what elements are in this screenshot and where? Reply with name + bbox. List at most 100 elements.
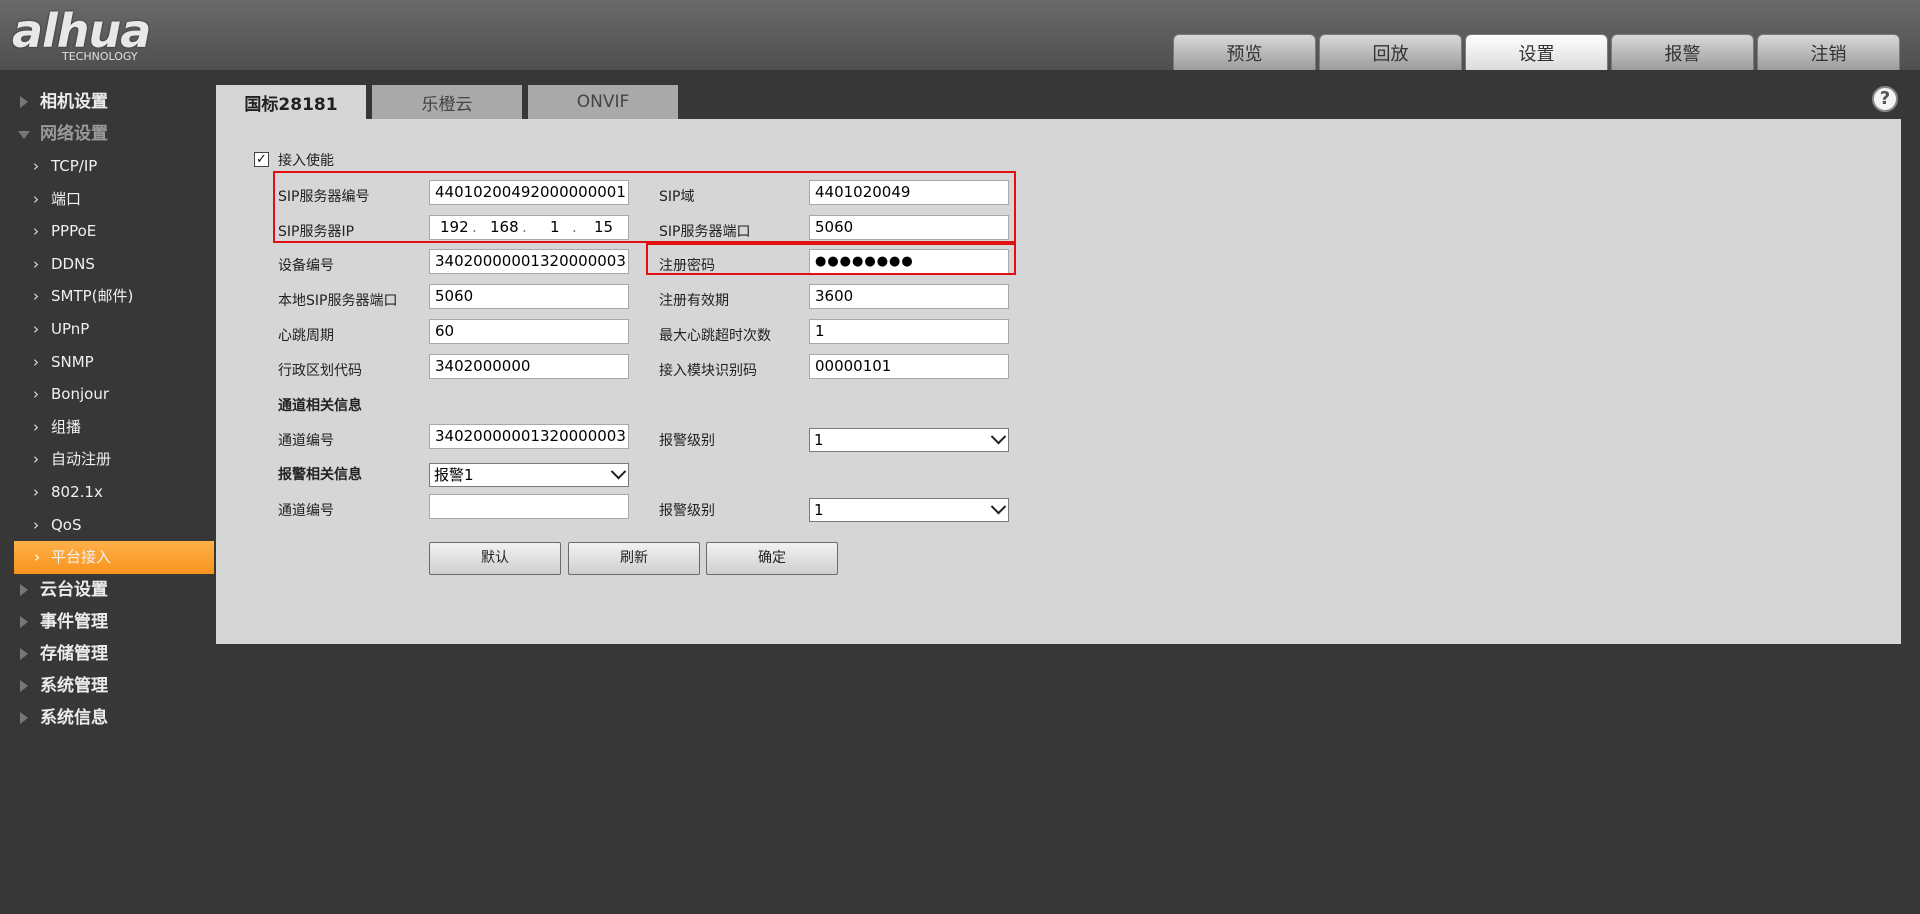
triangle-right-icon [20, 96, 28, 108]
sidebar-group-sysinfo[interactable]: 系统信息 [0, 702, 214, 734]
sidebar-item-label: SNMP [51, 352, 94, 371]
chevron-right-icon: › [34, 548, 40, 567]
sidebar-group-camera[interactable]: 相机设置 [0, 86, 214, 118]
alarm-section-title: 报警相关信息 [278, 467, 362, 483]
sidebar-item-label: DDNS [51, 254, 95, 273]
chevron-right-icon: › [33, 254, 39, 273]
chevron-down-icon [990, 428, 1007, 445]
sidebar-item-port[interactable]: › 端口 [0, 183, 214, 216]
channel-id-input[interactable]: 34020000001320000003 [429, 424, 629, 449]
sidebar-item-platform-access[interactable]: › 平台接入 [14, 541, 214, 574]
sidebar-item-label: QoS [51, 515, 82, 534]
channel-section-title: 通道相关信息 [278, 398, 362, 414]
sidebar-item-auto-register[interactable]: › 自动注册 [0, 443, 214, 476]
top-tab-alarm[interactable]: 报警 [1611, 34, 1754, 70]
sidebar-item-pppoe[interactable]: › PPPoE [0, 215, 214, 248]
chevron-right-icon: › [33, 385, 39, 404]
chevron-right-icon: › [33, 515, 39, 534]
ip-octet-2[interactable]: 168 [490, 216, 519, 239]
sip-server-id-label: SIP服务器编号 [278, 189, 370, 205]
heartbeat-label: 心跳周期 [278, 328, 334, 344]
device-id-input[interactable]: 34020000001320000003 [429, 249, 629, 274]
chevron-right-icon: › [33, 482, 39, 501]
chevron-right-icon: › [33, 157, 39, 175]
sip-server-ip-input[interactable]: 192 . 168 . 1 . 15 [429, 215, 629, 240]
module-id-label: 接入模块识别码 [659, 363, 757, 379]
chevron-right-icon: › [33, 417, 39, 436]
top-tab-logout[interactable]: 注销 [1757, 34, 1900, 70]
alarm-channel-id-input[interactable] [429, 494, 629, 519]
enable-checkbox[interactable]: ✓ [254, 152, 269, 167]
sidebar-item-8021x[interactable]: › 802.1x [0, 476, 214, 509]
sidebar-item-smtp[interactable]: › SMTP(邮件) [0, 280, 214, 313]
chevron-down-icon [610, 463, 627, 480]
chevron-right-icon: › [33, 189, 39, 208]
sidebar-item-bonjour[interactable]: › Bonjour [0, 378, 214, 411]
sidebar: 相机设置 网络设置 › TCP/IP › 端口 › PPPoE › DDNS › SMTP… [0, 86, 214, 734]
alarm-channel-id-label: 通道编号 [278, 503, 334, 519]
sidebar-group-storage[interactable]: 存储管理 [0, 638, 214, 670]
top-tab-settings[interactable]: 设置 [1465, 34, 1608, 70]
sidebar-item-label: 平台接入 [51, 548, 112, 567]
alarm-level-select[interactable]: 1 [809, 428, 1009, 452]
sidebar-item-label: UPnP [51, 319, 90, 338]
help-icon[interactable]: ? [1872, 86, 1898, 112]
triangle-right-icon [20, 615, 28, 628]
top-tab-preview[interactable]: 预览 [1173, 34, 1316, 70]
dahua-logo: alhua TECHNOLOGY [12, 6, 192, 64]
local-sip-port-input[interactable]: 5060 [429, 284, 629, 309]
tab-onvif[interactable]: ONVIF [528, 85, 678, 119]
channel-id-label: 通道编号 [278, 433, 334, 449]
sidebar-group-ptz[interactable]: 云台设置 [0, 574, 214, 606]
sidebar-item-qos[interactable]: › QoS [0, 509, 214, 542]
header-bar: alhua TECHNOLOGY 预览 回放 设置 报警 注销 [0, 0, 1920, 70]
ip-dot: . [472, 218, 477, 236]
sidebar-item-label: TCP/IP [51, 157, 98, 175]
sidebar-item-label: Bonjour [51, 385, 109, 404]
chevron-right-icon: › [33, 450, 39, 469]
tab-gb28181[interactable]: 国标28181 [216, 85, 366, 119]
sip-server-port-input[interactable]: 5060 [809, 215, 1009, 240]
sip-domain-label: SIP域 [659, 189, 695, 205]
ip-octet-1[interactable]: 192 [440, 216, 469, 239]
top-tab-playback[interactable]: 回放 [1319, 34, 1462, 70]
alarm-level2-select[interactable]: 1 [809, 498, 1009, 522]
ip-octet-3[interactable]: 1 [550, 216, 560, 239]
sidebar-group-label: 事件管理 [40, 611, 108, 632]
confirm-button[interactable]: 确定 [706, 542, 838, 575]
ip-octet-4[interactable]: 15 [594, 216, 613, 239]
sip-domain-input[interactable]: 4401020049 [809, 180, 1009, 205]
max-heartbeat-timeout-input[interactable]: 1 [809, 319, 1009, 344]
sidebar-group-label: 云台设置 [40, 579, 108, 600]
alarm-select[interactable]: 报警1 [429, 463, 629, 487]
heartbeat-input[interactable]: 60 [429, 319, 629, 344]
chevron-right-icon: › [33, 352, 39, 371]
sidebar-item-ddns[interactable]: › DDNS [0, 248, 214, 281]
sidebar-item-upnp[interactable]: › UPnP [0, 313, 214, 346]
sidebar-group-events[interactable]: 事件管理 [0, 606, 214, 638]
sidebar-group-label: 存储管理 [40, 643, 108, 664]
device-id-label: 设备编号 [278, 258, 334, 274]
reg-validity-input[interactable]: 3600 [809, 284, 1009, 309]
region-code-label: 行政区划代码 [278, 363, 362, 379]
triangle-right-icon [20, 679, 28, 692]
region-code-input[interactable]: 3402000000 [429, 354, 629, 379]
sidebar-item-tcpip[interactable]: › TCP/IP [0, 150, 214, 183]
sidebar-group-network[interactable]: 网络设置 [0, 118, 214, 150]
alarm-level-label: 报警级别 [659, 433, 715, 449]
ip-dot: . [522, 218, 527, 236]
alarm-level2-label: 报警级别 [659, 503, 715, 519]
sip-server-port-label: SIP服务器端口 [659, 224, 751, 240]
refresh-button[interactable]: 刷新 [568, 542, 700, 575]
sidebar-item-label: PPPoE [51, 222, 97, 241]
default-button[interactable]: 默认 [429, 542, 561, 575]
sidebar-group-system[interactable]: 系统管理 [0, 670, 214, 702]
reg-password-input[interactable]: ●●●●●●●● [809, 249, 1009, 274]
alarm-level-value: 1 [814, 431, 824, 449]
sip-server-id-input[interactable]: 44010200492000000001 [429, 180, 629, 205]
triangle-right-icon [20, 711, 28, 724]
sidebar-item-snmp[interactable]: › SNMP [0, 346, 214, 379]
module-id-input[interactable]: 00000101 [809, 354, 1009, 379]
tab-lechange-cloud[interactable]: 乐橙云 [372, 85, 522, 119]
sidebar-item-multicast[interactable]: › 组播 [0, 411, 214, 444]
